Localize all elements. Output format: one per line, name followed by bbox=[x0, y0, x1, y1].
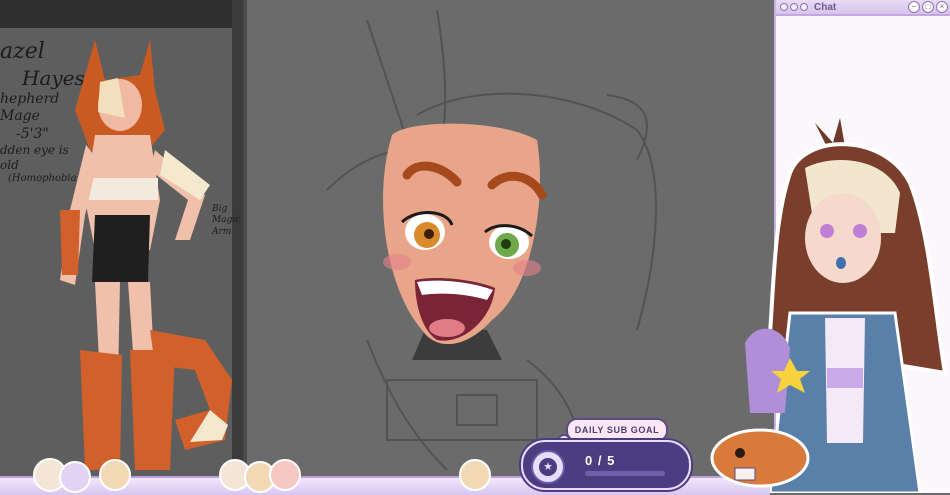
pet-mascot bbox=[710, 428, 810, 488]
window-dot-icon bbox=[790, 3, 798, 11]
sub-goal-label: DAILY SUB GOAL bbox=[566, 418, 668, 442]
star-icon: ★ bbox=[531, 450, 565, 484]
sub-goal-progress-bar bbox=[585, 471, 665, 476]
window-dot-icon bbox=[780, 3, 788, 11]
chat-title: Chat bbox=[814, 1, 837, 13]
bunny-mascot bbox=[219, 459, 301, 493]
minimize-button[interactable]: − bbox=[908, 1, 920, 13]
reference-sheet-panel: azel Hayes hepherd Mage -5'3" dden eye i… bbox=[0, 0, 247, 493]
sub-goal-widget: ★ 0 / 5 bbox=[521, 440, 691, 490]
maximize-button[interactable]: □ bbox=[922, 1, 934, 13]
sub-goal-count: 0 / 5 bbox=[585, 453, 616, 468]
bunny-mascot bbox=[459, 459, 491, 491]
close-button[interactable]: × bbox=[936, 1, 948, 13]
drawing-canvas[interactable] bbox=[247, 0, 774, 493]
character-reference-illustration bbox=[60, 40, 232, 470]
bunny-mascot-row bbox=[33, 458, 491, 493]
window-dot-icon bbox=[800, 3, 808, 11]
sketch-illustration bbox=[326, 9, 657, 471]
bunny-mascot bbox=[33, 458, 131, 493]
chat-titlebar[interactable]: Chat − □ × bbox=[776, 0, 950, 16]
